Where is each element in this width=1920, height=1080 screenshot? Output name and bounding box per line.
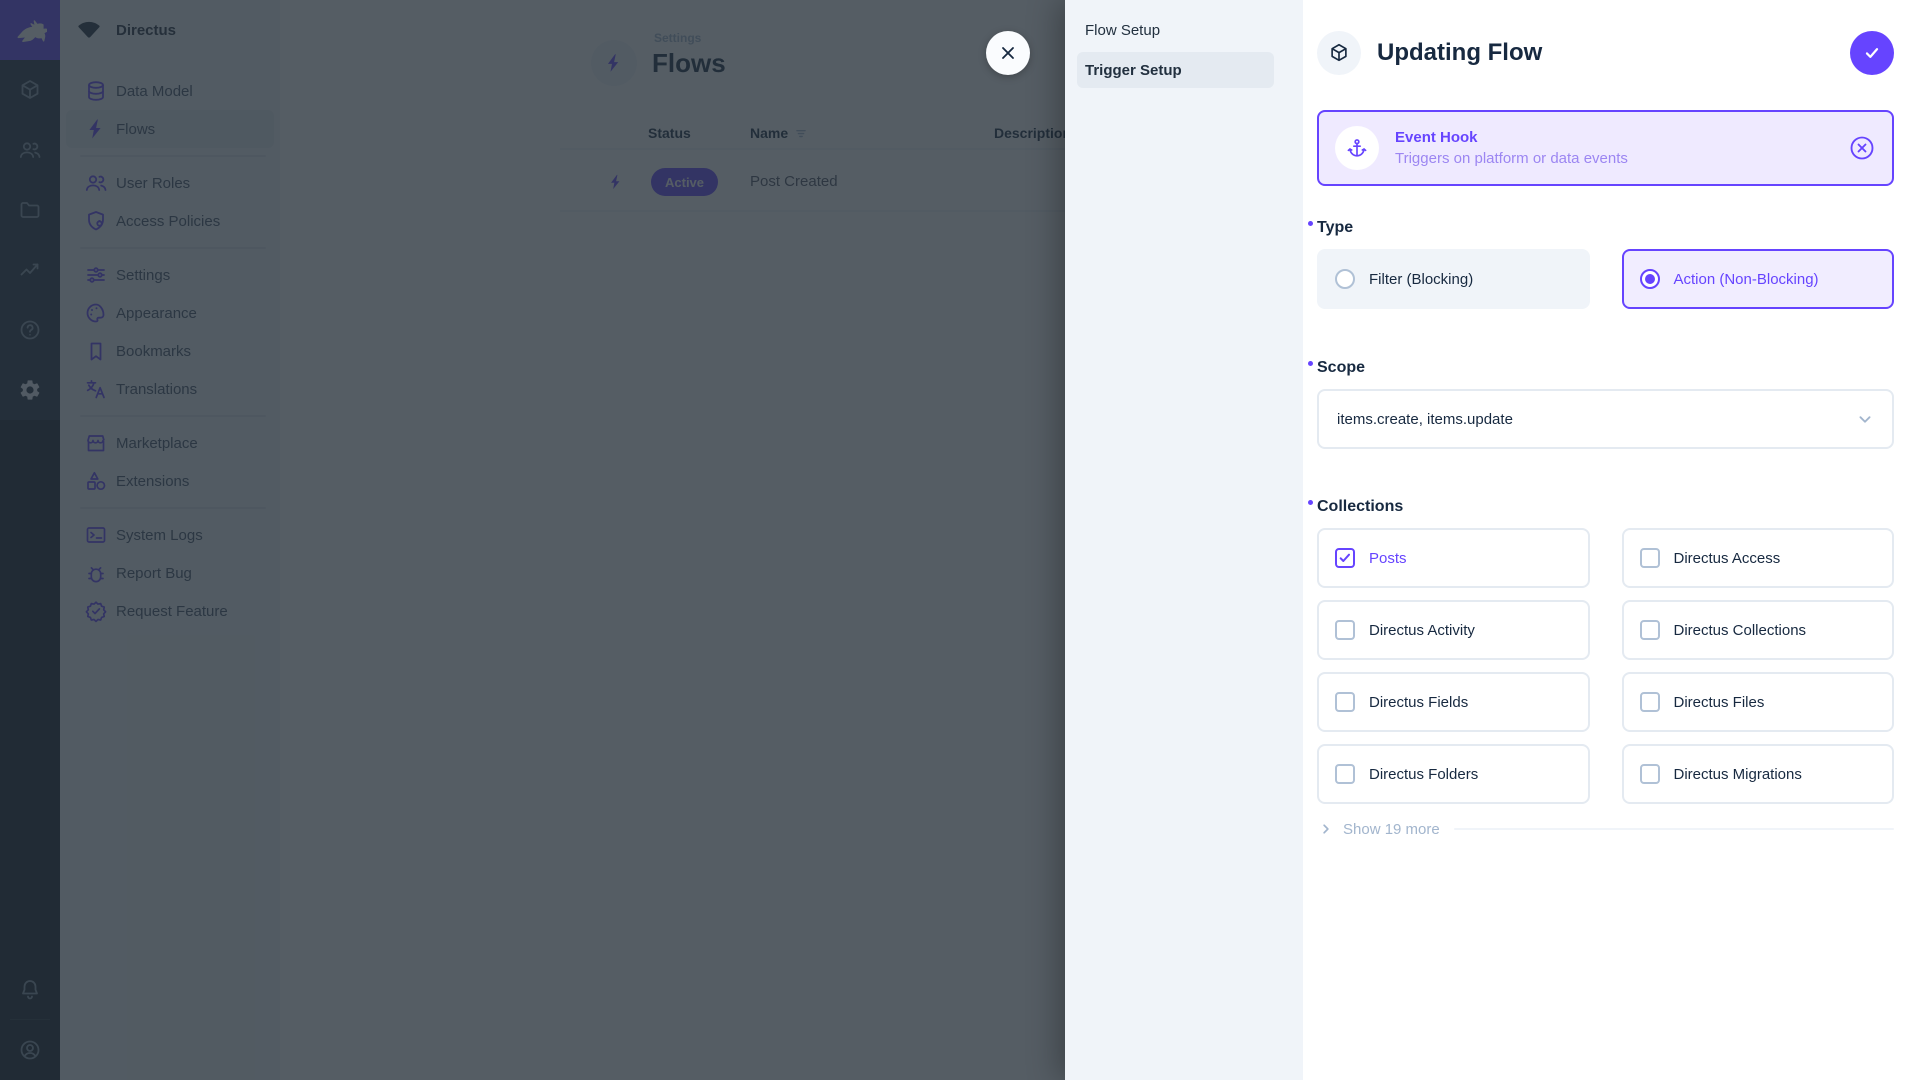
save-button[interactable] <box>1850 31 1894 75</box>
cube-icon <box>1328 42 1350 64</box>
scope-field-label: Scope <box>1317 359 1894 377</box>
scope-select[interactable]: items.create, items.update <box>1317 389 1894 449</box>
show-more-row: Show 19 more <box>1317 816 1894 842</box>
collection-option-directus-collections[interactable]: Directus Collections <box>1622 600 1895 660</box>
collection-option-directus-files[interactable]: Directus Files <box>1622 672 1895 732</box>
drawer-header: Updating Flow <box>1317 31 1894 75</box>
checkbox-icon[interactable] <box>1335 620 1355 640</box>
drawer-close-button[interactable] <box>986 31 1030 75</box>
cancel-circle-icon <box>1848 134 1876 162</box>
required-dot <box>1308 361 1313 366</box>
chevron-down-icon <box>1854 408 1876 430</box>
checkbox-icon[interactable] <box>1640 764 1660 784</box>
drawer-title-icon-circle <box>1317 31 1361 75</box>
check-icon <box>1861 42 1883 64</box>
collection-option-directus-migrations[interactable]: Directus Migrations <box>1622 744 1895 804</box>
trigger-card-texts: Event Hook Triggers on platform or data … <box>1395 129 1848 167</box>
drawer-content: Updating Flow Event Hook Triggers on pla… <box>1303 0 1920 1080</box>
collection-option-directus-access[interactable]: Directus Access <box>1622 528 1895 588</box>
collection-option-directus-folders[interactable]: Directus Folders <box>1317 744 1590 804</box>
flow-drawer: Flow Setup Trigger Setup Updating Flow <box>1065 0 1920 1080</box>
remove-trigger-button[interactable] <box>1848 134 1876 162</box>
anchor-icon-circle <box>1335 126 1379 170</box>
trigger-card-title: Event Hook <box>1395 129 1848 146</box>
chevron-right-icon[interactable] <box>1317 820 1335 838</box>
show-more-divider <box>1454 828 1894 830</box>
type-option-action[interactable]: Action (Non-Blocking) <box>1622 249 1895 309</box>
required-dot <box>1308 221 1313 226</box>
type-options: Filter (Blocking) Action (Non-Blocking) <box>1317 249 1894 309</box>
drawer-nav: Flow Setup Trigger Setup <box>1065 0 1303 1080</box>
radio-unselected-icon[interactable] <box>1335 269 1355 289</box>
radio-selected-icon[interactable] <box>1640 269 1660 289</box>
checkbox-icon[interactable] <box>1335 692 1355 712</box>
anchor-icon <box>1346 137 1368 159</box>
trigger-type-card[interactable]: Event Hook Triggers on platform or data … <box>1317 110 1894 186</box>
drawer-nav-flow-setup[interactable]: Flow Setup <box>1077 12 1274 48</box>
directus-app: Directus Data Model Flows <box>0 0 1920 1080</box>
checkbox-icon[interactable] <box>1640 620 1660 640</box>
show-more-button[interactable]: Show 19 more <box>1343 821 1440 838</box>
checkbox-icon[interactable] <box>1640 548 1660 568</box>
checkbox-icon[interactable] <box>1640 692 1660 712</box>
collection-option-posts[interactable]: Posts <box>1317 528 1590 588</box>
scope-select-value: items.create, items.update <box>1337 411 1854 428</box>
collections-grid: Posts Directus Access Directus Activity … <box>1317 528 1894 804</box>
collections-field-label: Collections <box>1317 498 1894 516</box>
checkbox-checked-icon[interactable] <box>1335 548 1355 568</box>
trigger-card-subtitle: Triggers on platform or data events <box>1395 150 1848 167</box>
drawer-title: Updating Flow <box>1377 39 1850 67</box>
close-icon <box>998 43 1018 63</box>
collection-option-directus-fields[interactable]: Directus Fields <box>1317 672 1590 732</box>
collection-option-directus-activity[interactable]: Directus Activity <box>1317 600 1590 660</box>
checkbox-icon[interactable] <box>1335 764 1355 784</box>
type-option-filter[interactable]: Filter (Blocking) <box>1317 249 1590 309</box>
type-field-label: Type <box>1317 219 1894 237</box>
drawer-nav-trigger-setup[interactable]: Trigger Setup <box>1077 52 1274 88</box>
required-dot <box>1308 500 1313 505</box>
